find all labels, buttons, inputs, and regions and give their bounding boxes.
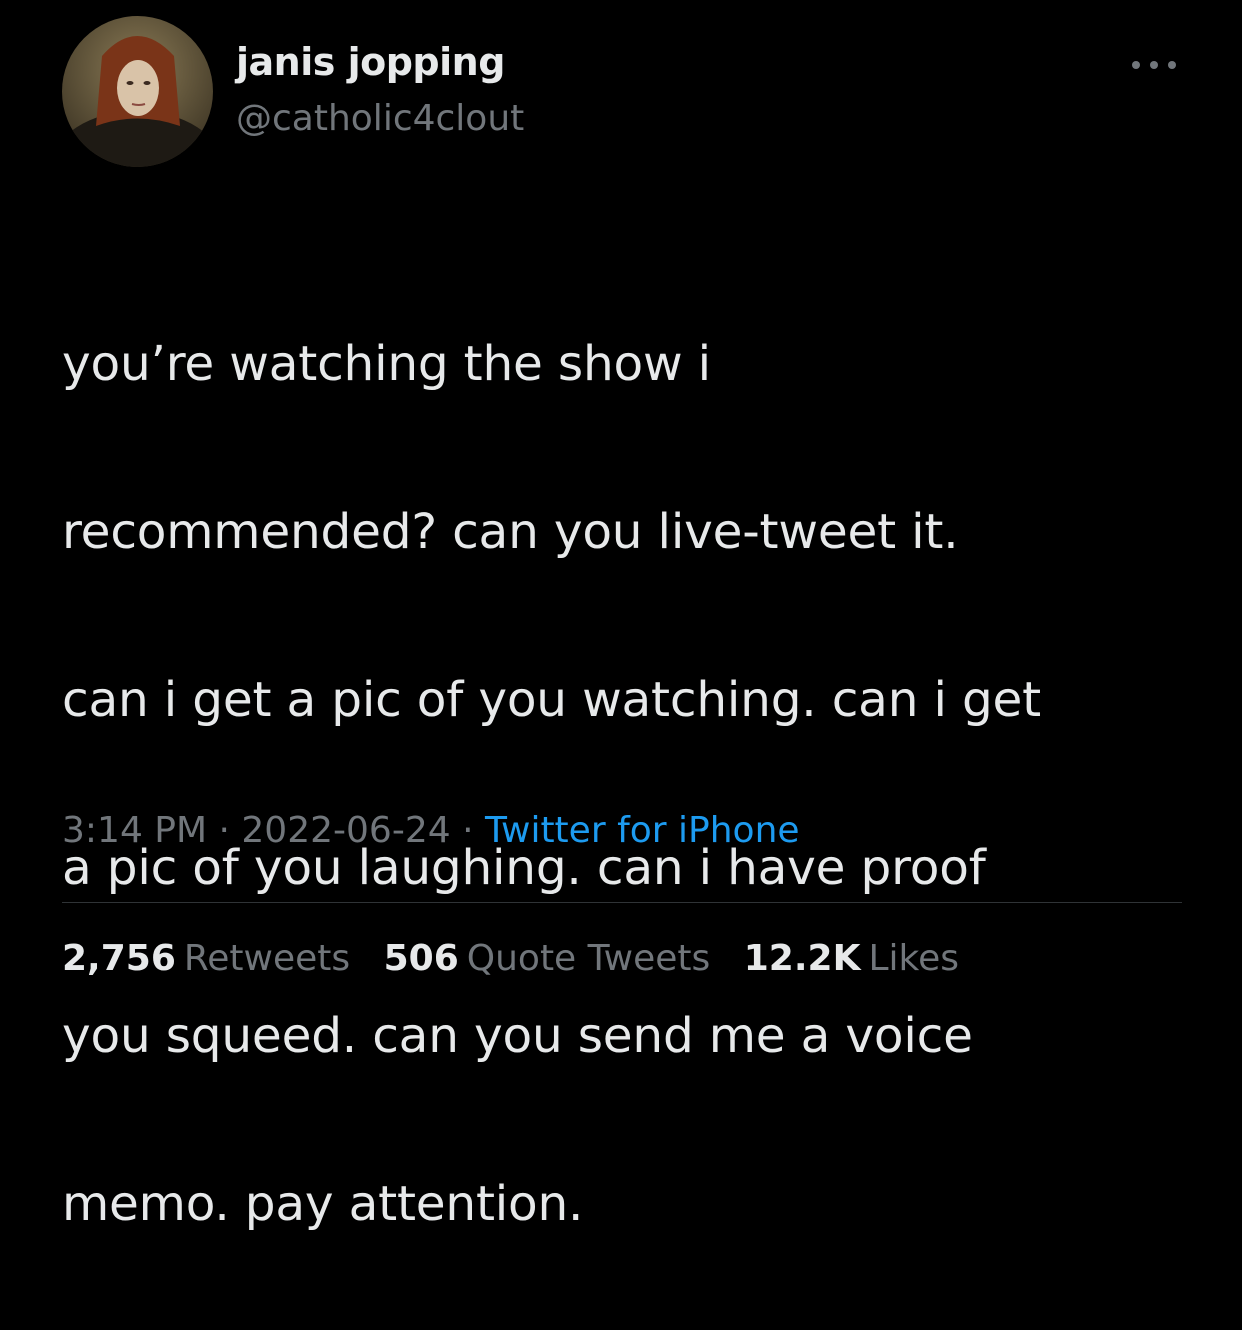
tweet-text-line: you’re watching the show i [62,336,711,392]
avatar[interactable] [62,16,213,167]
tweet-date[interactable]: 2022-06-24 [241,810,450,851]
tweet-text-line: memo. pay attention. [62,1176,584,1232]
tweet-source-link[interactable]: Twitter for iPhone [485,810,800,851]
quote-tweets-count: 506 [383,938,459,979]
tweet-text: you’re watching the show i recommended? … [62,238,1202,1330]
tweet-stats: 2,756 Retweets 506 Quote Tweets 12.2K Likes [62,938,981,979]
likes-count: 12.2K [743,938,861,979]
retweets-count: 2,756 [62,938,176,979]
tweet-text-line: recommended? can you live-tweet it. [62,504,959,560]
retweets-stat[interactable]: 2,756 Retweets [62,938,350,979]
display-name[interactable]: janis jopping [236,40,505,84]
quote-tweets-label: Quote Tweets [466,938,711,979]
profile-photo [62,16,213,167]
meta-separator: · [450,810,485,851]
likes-label: Likes [868,938,959,979]
tweet-text-line: you squeed. can you send me a voice [62,1008,973,1064]
divider [62,902,1182,903]
likes-stat[interactable]: 12.2K Likes [744,938,959,979]
meta-separator: · [207,810,242,851]
user-handle[interactable]: @catholic4clout [236,98,524,139]
tweet-meta: 3:14 PM · 2022-06-24 · Twitter for iPhon… [62,810,800,851]
tweet-time[interactable]: 3:14 PM [62,810,207,851]
retweets-label: Retweets [183,938,351,979]
quote-tweets-stat[interactable]: 506 Quote Tweets [384,938,711,979]
more-horizontal-icon[interactable] [1128,52,1180,78]
tweet-text-line: can i get a pic of you watching. can i g… [62,672,1041,728]
